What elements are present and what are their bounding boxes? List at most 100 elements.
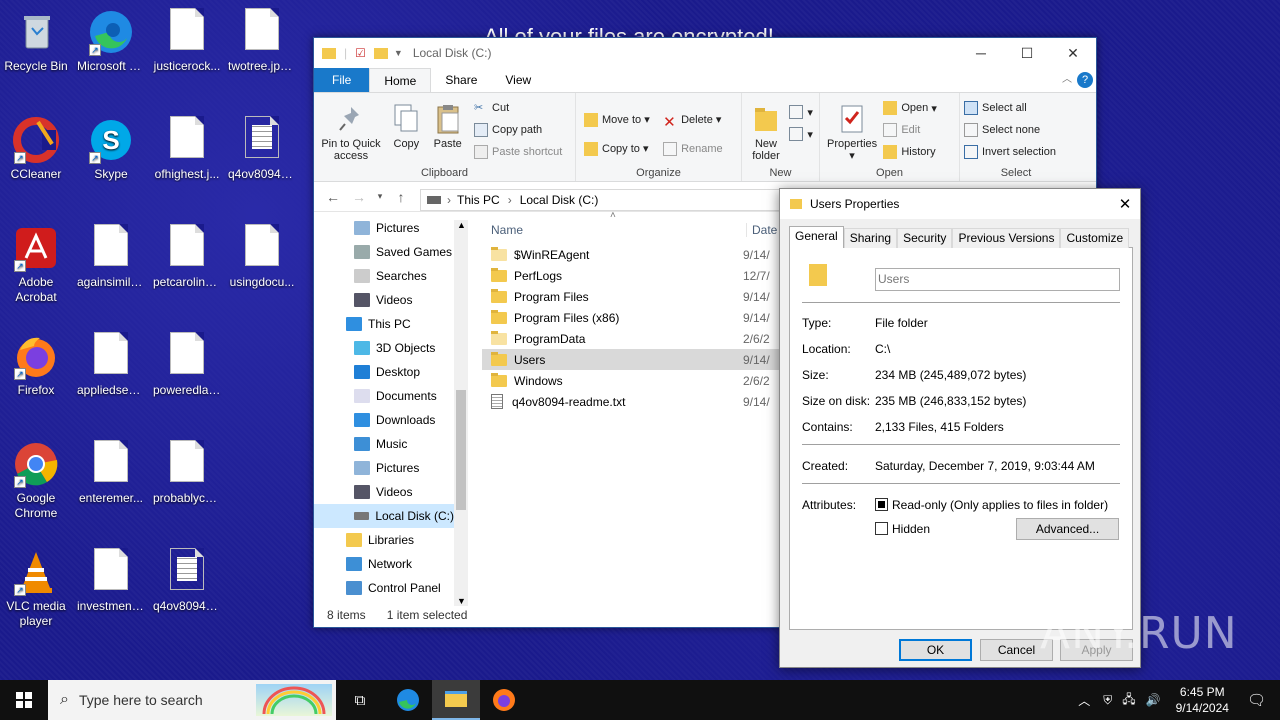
file-row[interactable]: Windows 2/6/2 <box>482 370 782 391</box>
desktop-icon-file[interactable]: probablyco... <box>151 436 223 506</box>
desktop-icon-recycle-bin[interactable]: Recycle Bin <box>0 4 72 74</box>
move-to-button[interactable]: Move to ▾ <box>584 105 650 134</box>
rename-button[interactable]: Rename <box>663 134 723 163</box>
desktop-icon-skype[interactable]: S ↗ Skype <box>75 112 147 182</box>
desktop-icon-file[interactable]: justicerock... <box>151 4 223 74</box>
nav-item-searches[interactable]: Searches <box>314 264 468 288</box>
desktop-icon-file[interactable]: q4ov8094-r... <box>151 544 223 614</box>
taskbar-file-explorer[interactable] <box>432 680 480 720</box>
new-item-button[interactable]: ▾ <box>789 101 813 123</box>
nav-item-pictures[interactable]: Pictures <box>314 456 468 480</box>
forward-arrow-icon[interactable]: → <box>346 189 372 205</box>
back-arrow-icon[interactable]: ← <box>320 189 346 205</box>
properties-quick-icon[interactable]: ☑ <box>355 46 366 60</box>
scrollbar-thumb[interactable] <box>456 390 466 510</box>
taskbar-firefox[interactable] <box>480 680 528 720</box>
desktop-icon-file[interactable]: petcarolina... <box>151 220 223 290</box>
edit-button[interactable]: Edit <box>883 119 937 141</box>
minimize-button[interactable]: ─ <box>958 38 1004 68</box>
desktop-icon-vlc[interactable]: ↗ VLC media player <box>0 544 72 629</box>
scroll-up-icon[interactable]: ▲ <box>457 220 466 230</box>
delete-button[interactable]: ✕ Delete ▾ <box>663 105 723 134</box>
desktop-icon-chrome[interactable]: ↗ Google Chrome <box>0 436 72 521</box>
ok-button[interactable]: OK <box>899 639 972 661</box>
nav-scrollbar[interactable]: ▲ ▼ <box>454 220 468 606</box>
pin-to-quick-access-button[interactable]: Pin to Quick access <box>318 97 384 164</box>
close-button[interactable]: ✕ <box>1050 38 1096 68</box>
collapse-ribbon-icon[interactable]: ︿ <box>1062 68 1072 92</box>
desktop-icon-firefox[interactable]: ↗ Firefox <box>0 328 72 398</box>
quick-access-dropdown-icon[interactable]: ▼ <box>394 48 403 58</box>
volume-icon[interactable]: 🔊 <box>1141 693 1166 707</box>
dialog-close-button[interactable]: ✕ <box>1110 195 1140 213</box>
dialog-titlebar[interactable]: Users Properties ✕ <box>780 189 1140 219</box>
cut-button[interactable]: ✂ Cut <box>474 97 562 119</box>
folder-name-field[interactable]: Users <box>875 268 1120 291</box>
start-button[interactable] <box>0 680 48 720</box>
nav-item-pictures[interactable]: Pictures <box>314 216 468 240</box>
nav-item-saved-games[interactable]: Saved Games <box>314 240 468 264</box>
history-button[interactable]: History <box>883 141 937 163</box>
select-all-button[interactable]: Select all <box>964 97 1068 119</box>
nav-item-videos[interactable]: Videos <box>314 480 468 504</box>
desktop-icon-acrobat[interactable]: ↗ Adobe Acrobat <box>0 220 72 305</box>
tab-sharing[interactable]: Sharing <box>843 228 898 248</box>
nav-item-desktop[interactable]: Desktop <box>314 360 468 384</box>
easy-access-button[interactable]: ▾ <box>789 123 813 145</box>
taskbar-edge[interactable] <box>384 680 432 720</box>
maximize-button[interactable]: ☐ <box>1004 38 1050 68</box>
nav-item-videos[interactable]: Videos <box>314 288 468 312</box>
checkbox-unchecked[interactable] <box>875 522 888 535</box>
desktop-icon-file[interactable]: q4ov8094-r... <box>226 112 298 182</box>
tab-previous-versions[interactable]: Previous Versions <box>952 228 1061 248</box>
tab-file[interactable]: File <box>314 68 370 92</box>
explorer-titlebar[interactable]: | ☑ ▼ Local Disk (C:) ─ ☐ ✕ <box>314 38 1096 68</box>
tab-view[interactable]: View <box>491 68 545 92</box>
readonly-checkbox[interactable]: Read-only (Only applies to files in fold… <box>875 498 1108 512</box>
show-hidden-icons-chevron-icon[interactable]: ︿ <box>1070 692 1098 709</box>
tab-security[interactable]: Security <box>897 228 953 248</box>
column-header-date[interactable]: Date <box>746 223 777 237</box>
column-header-name[interactable]: Name <box>491 223 523 237</box>
new-folder-quick-icon[interactable] <box>373 47 388 59</box>
paste-button[interactable]: Paste <box>429 97 467 152</box>
nav-item-documents[interactable]: Documents <box>314 384 468 408</box>
file-row[interactable]: Program Files (x86) 9/14/ <box>482 307 782 328</box>
tab-customize[interactable]: Customize <box>1060 228 1130 248</box>
tab-share[interactable]: Share <box>431 68 491 92</box>
hidden-checkbox[interactable]: Hidden <box>875 522 930 536</box>
open-button[interactable]: Open ▾ <box>883 97 937 119</box>
nav-item-this-pc[interactable]: This PC <box>314 312 468 336</box>
desktop-icon-edge[interactable]: ↗ Microsoft Edge <box>75 4 147 74</box>
paste-shortcut-button[interactable]: Paste shortcut <box>474 141 562 163</box>
taskbar-search-box[interactable]: ⌕ Type here to search <box>48 680 336 720</box>
file-row[interactable]: q4ov8094-readme.txt 9/14/ <box>482 391 782 412</box>
breadcrumb-this-pc[interactable]: This PC <box>457 193 500 207</box>
network-icon[interactable]: 🖧 <box>1117 690 1140 711</box>
copy-to-button[interactable]: Copy to ▾ <box>584 134 650 163</box>
security-icon[interactable]: ⛨ <box>1098 693 1117 708</box>
tab-general[interactable]: General <box>789 226 844 248</box>
up-arrow-icon[interactable]: ↑ <box>388 189 414 205</box>
desktop-icon-file[interactable]: investment... <box>75 544 147 614</box>
properties-button[interactable]: Properties ▾ <box>824 97 880 164</box>
address-bar[interactable]: › This PC › Local Disk (C:) <box>420 189 780 211</box>
desktop-icon-file[interactable]: usingdocu... <box>226 220 298 290</box>
nav-item-local-disk[interactable]: Local Disk (C:) <box>314 504 454 528</box>
notification-icon[interactable]: 🗨 <box>1239 691 1280 709</box>
nav-item-downloads[interactable]: Downloads <box>314 408 468 432</box>
recent-dropdown-icon[interactable]: ▾ <box>372 191 388 202</box>
new-folder-button[interactable]: New folder <box>746 97 786 164</box>
file-row[interactable]: ProgramData 2/6/2 <box>482 328 782 349</box>
file-row[interactable]: $WinREAgent 9/14/ <box>482 244 782 265</box>
file-row[interactable]: Program Files 9/14/ <box>482 286 782 307</box>
desktop-icon-file[interactable]: againsimila... <box>75 220 147 290</box>
nav-item-3d-objects[interactable]: 3D Objects <box>314 336 468 360</box>
file-row[interactable]: PerfLogs 12/7/ <box>482 265 782 286</box>
nav-item-network[interactable]: Network <box>314 552 468 576</box>
invert-selection-button[interactable]: Invert selection <box>964 141 1068 163</box>
tab-home[interactable]: Home <box>369 68 432 92</box>
task-view-button[interactable]: ⧉ <box>336 680 384 720</box>
desktop-icon-file[interactable]: enteremer... <box>75 436 147 506</box>
desktop-icon-file[interactable]: ofhighest.j... <box>151 112 223 182</box>
